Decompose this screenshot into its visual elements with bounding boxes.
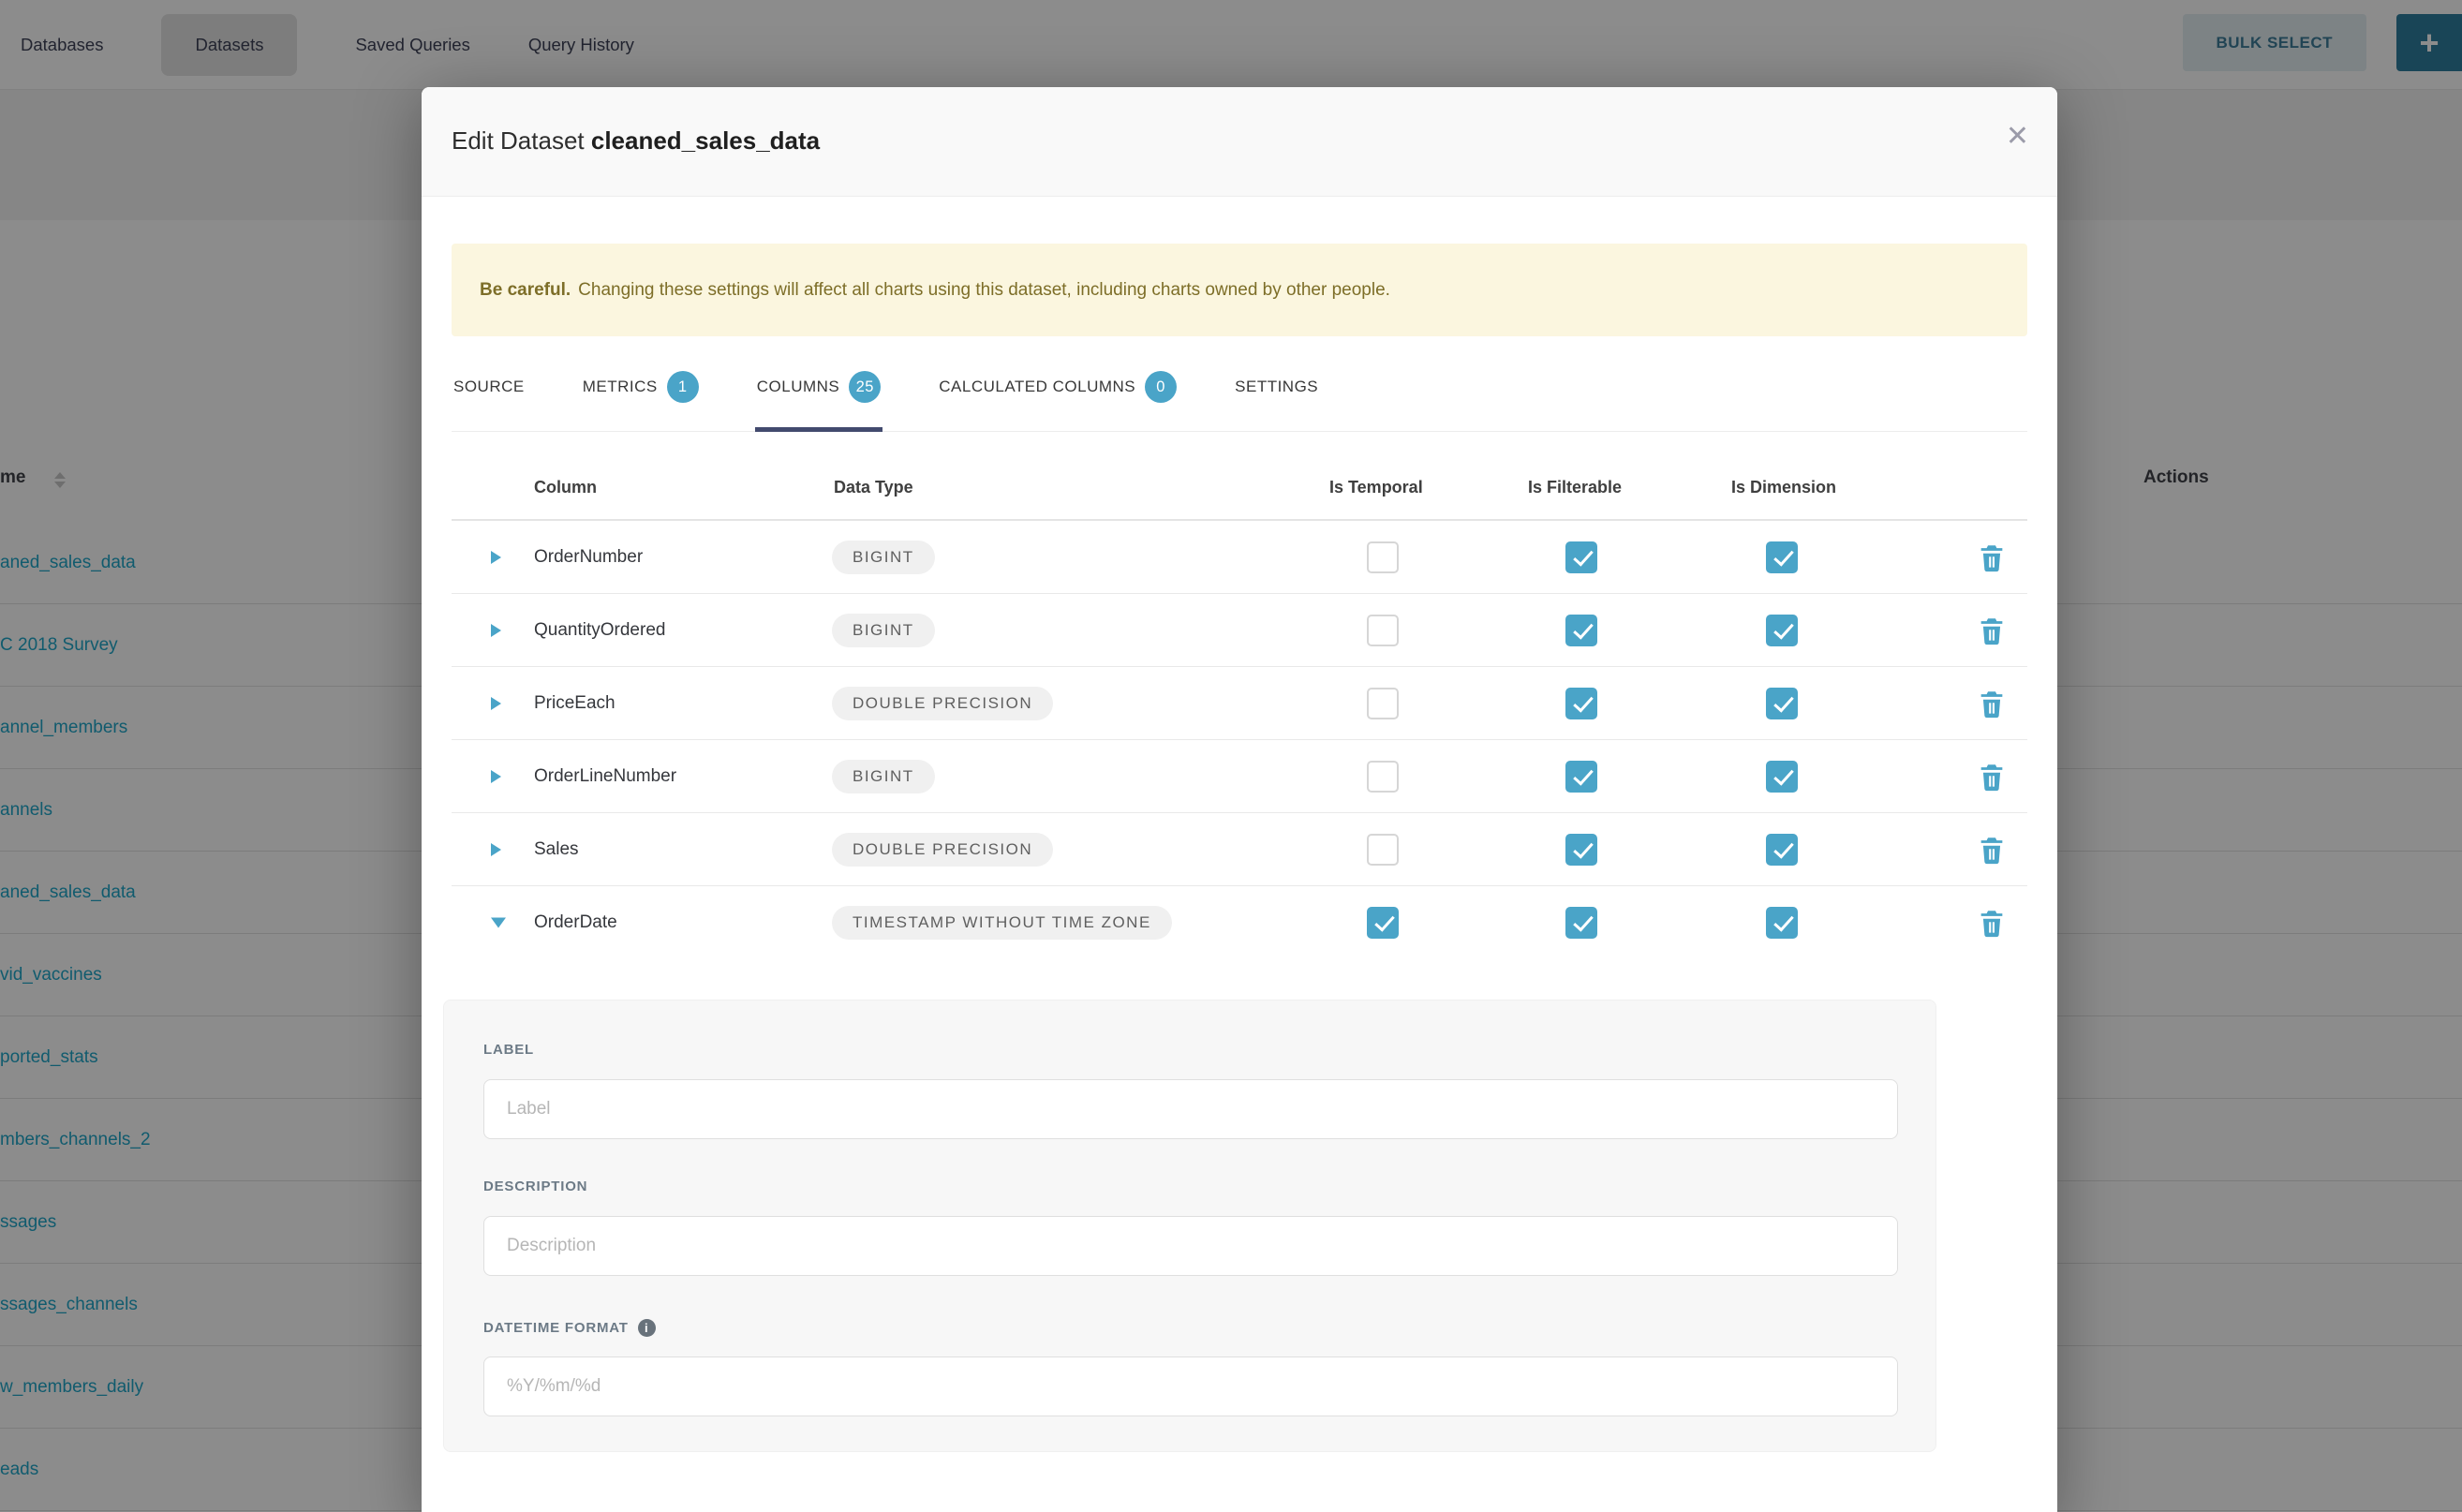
- is-temporal-checkbox[interactable]: [1367, 907, 1399, 939]
- delete-column-icon[interactable]: [1976, 907, 2008, 939]
- tab-source[interactable]: SOURCE: [452, 347, 527, 431]
- is-temporal-checkbox[interactable]: [1367, 834, 1399, 866]
- is-dimension-checkbox[interactable]: [1766, 688, 1798, 719]
- columns-count-badge: 25: [849, 371, 881, 403]
- modal-title: Edit Dataset cleaned_sales_data: [452, 126, 820, 156]
- is-filterable-checkbox[interactable]: [1565, 688, 1597, 719]
- data-type-pill: BIGINT: [832, 614, 935, 647]
- tab-calculated-columns[interactable]: CALCULATED COLUMNS 0: [937, 347, 1179, 431]
- is-filterable-checkbox[interactable]: [1565, 615, 1597, 646]
- tab-label: SOURCE: [453, 378, 525, 396]
- column-name: QuantityOrdered: [534, 620, 665, 641]
- datetime-format-label-text: DATETIME FORMAT: [483, 1320, 629, 1336]
- label-field-label: LABEL: [483, 1042, 534, 1058]
- modal-tabs: SOURCE METRICS 1 COLUMNS 25 CALCULATED COL…: [452, 347, 2027, 432]
- is-dimension-checkbox[interactable]: [1766, 761, 1798, 793]
- table-row: Sales DOUBLE PRECISION: [452, 813, 2027, 886]
- header-is-filterable: Is Filterable: [1528, 478, 1622, 497]
- is-temporal-checkbox[interactable]: [1367, 761, 1399, 793]
- column-detail-panel: LABEL DESCRIPTION DATETIME FORMAT i: [443, 1000, 1936, 1452]
- is-temporal-checkbox[interactable]: [1367, 688, 1399, 719]
- column-name: PriceEach: [534, 693, 616, 714]
- delete-column-icon[interactable]: [1976, 615, 2008, 646]
- columns-table: Column Data Type Is Temporal Is Filterab…: [452, 457, 2027, 959]
- description-field-label: DESCRIPTION: [483, 1178, 587, 1194]
- delete-column-icon[interactable]: [1976, 761, 2008, 793]
- collapse-caret-icon[interactable]: [491, 918, 506, 928]
- table-row: OrderLineNumber BIGINT: [452, 740, 2027, 813]
- is-dimension-checkbox[interactable]: [1766, 907, 1798, 939]
- data-type-pill: BIGINT: [832, 541, 935, 574]
- edit-dataset-modal: Edit Dataset cleaned_sales_data ✕ Be car…: [422, 87, 2057, 1512]
- datetime-format-field-label: DATETIME FORMAT i: [483, 1319, 656, 1337]
- column-name: OrderNumber: [534, 547, 643, 568]
- description-input[interactable]: [483, 1216, 1898, 1276]
- tab-label: CALCULATED COLUMNS: [939, 378, 1135, 396]
- header-is-temporal: Is Temporal: [1329, 478, 1423, 497]
- is-filterable-checkbox[interactable]: [1565, 541, 1597, 573]
- tab-metrics[interactable]: METRICS 1: [581, 347, 701, 431]
- data-type-pill: BIGINT: [832, 760, 935, 793]
- header-data-type: Data Type: [834, 478, 913, 497]
- table-row: QuantityOrdered BIGINT: [452, 594, 2027, 667]
- is-temporal-checkbox[interactable]: [1367, 615, 1399, 646]
- warning-text: Changing these settings will affect all …: [578, 280, 1390, 301]
- header-column: Column: [534, 478, 597, 497]
- delete-column-icon[interactable]: [1976, 834, 2008, 866]
- is-filterable-checkbox[interactable]: [1565, 907, 1597, 939]
- column-name: OrderDate: [534, 912, 617, 933]
- is-dimension-checkbox[interactable]: [1766, 615, 1798, 646]
- tab-label: SETTINGS: [1235, 378, 1318, 396]
- is-filterable-checkbox[interactable]: [1565, 761, 1597, 793]
- table-row: OrderNumber BIGINT: [452, 521, 2027, 594]
- tab-label: COLUMNS: [757, 378, 840, 396]
- warning-banner: Be careful. Changing these settings will…: [452, 244, 2027, 336]
- is-dimension-checkbox[interactable]: [1766, 541, 1798, 573]
- close-icon[interactable]: ✕: [2006, 123, 2029, 151]
- data-type-pill: DOUBLE PRECISION: [832, 687, 1053, 720]
- table-row: PriceEach DOUBLE PRECISION: [452, 667, 2027, 740]
- data-type-pill: TIMESTAMP WITHOUT TIME ZONE: [832, 906, 1172, 940]
- screen: Databases Datasets Saved Queries Query H…: [0, 0, 2462, 1512]
- is-dimension-checkbox[interactable]: [1766, 834, 1798, 866]
- datetime-format-input[interactable]: [483, 1356, 1898, 1416]
- expand-caret-icon[interactable]: [491, 551, 501, 564]
- warning-bold-text: Be careful.: [480, 280, 571, 301]
- is-temporal-checkbox[interactable]: [1367, 541, 1399, 573]
- metrics-count-badge: 1: [667, 371, 699, 403]
- expand-caret-icon[interactable]: [491, 843, 501, 856]
- header-is-dimension: Is Dimension: [1731, 478, 1836, 497]
- expand-caret-icon[interactable]: [491, 697, 501, 710]
- delete-column-icon[interactable]: [1976, 688, 2008, 719]
- column-name: Sales: [534, 839, 579, 860]
- columns-table-header: Column Data Type Is Temporal Is Filterab…: [452, 457, 2027, 521]
- column-name: OrderLineNumber: [534, 766, 676, 787]
- calculated-columns-count-badge: 0: [1145, 371, 1177, 403]
- is-filterable-checkbox[interactable]: [1565, 834, 1597, 866]
- tab-label: METRICS: [583, 378, 658, 396]
- table-row: OrderDate TIMESTAMP WITHOUT TIME ZONE: [452, 886, 2027, 959]
- expand-caret-icon[interactable]: [491, 624, 501, 637]
- tab-settings[interactable]: SETTINGS: [1233, 347, 1320, 431]
- modal-title-dataset-name: cleaned_sales_data: [591, 126, 820, 155]
- tab-columns[interactable]: COLUMNS 25: [755, 347, 883, 431]
- info-icon[interactable]: i: [638, 1319, 656, 1337]
- delete-column-icon[interactable]: [1976, 541, 2008, 573]
- modal-header: Edit Dataset cleaned_sales_data ✕: [422, 87, 2057, 197]
- modal-title-prefix: Edit Dataset: [452, 126, 591, 155]
- label-input[interactable]: [483, 1079, 1898, 1139]
- data-type-pill: DOUBLE PRECISION: [832, 833, 1053, 867]
- expand-caret-icon[interactable]: [491, 770, 501, 783]
